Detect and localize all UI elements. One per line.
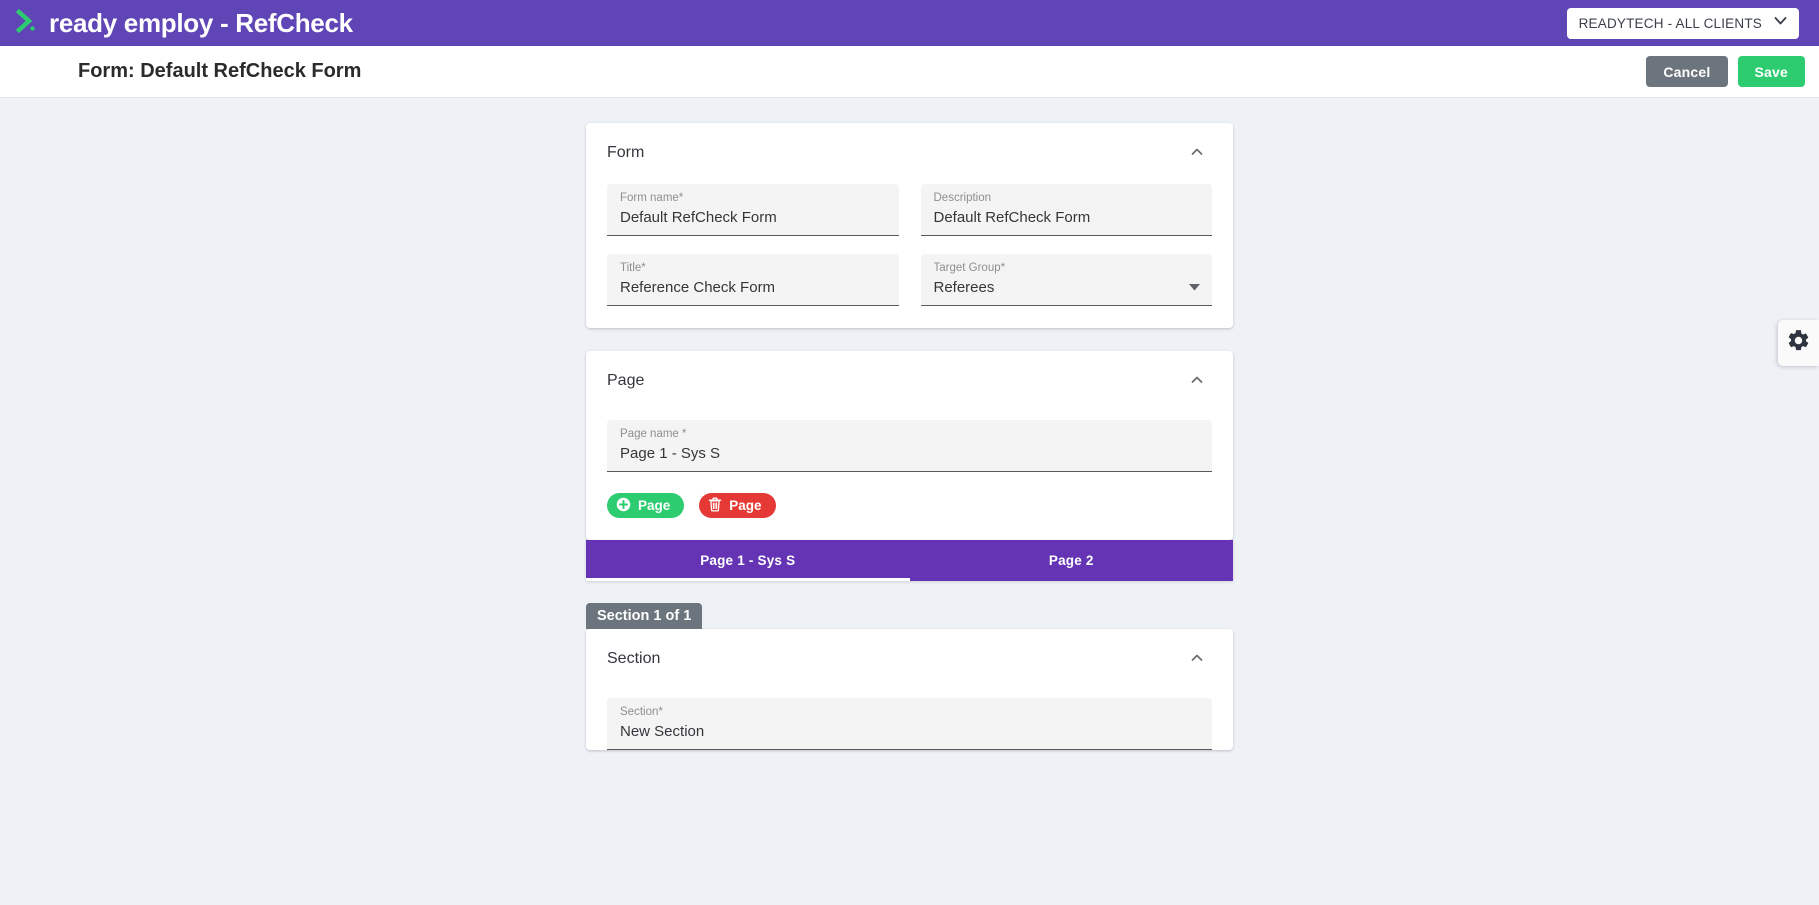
form-builder-content: Form Form name* Default RefCheck Form De… bbox=[586, 98, 1233, 750]
target-group-value: Referees bbox=[933, 279, 995, 296]
trash-icon bbox=[708, 497, 722, 515]
page-tab-2[interactable]: Page 2 bbox=[910, 540, 1234, 581]
delete-page-label: Page bbox=[729, 498, 762, 513]
page-name-row: Page name * Page 1 - Sys S bbox=[607, 420, 1212, 472]
section-card-collapse-button[interactable] bbox=[1184, 646, 1210, 672]
form-name-value: Default RefCheck Form bbox=[620, 209, 777, 226]
section-card-header: Section bbox=[586, 629, 1233, 676]
page-card: Page Page name * Page 1 - Sys S Page Pag… bbox=[586, 351, 1233, 540]
section-container: Section 1 of 1 Section Section* New Sect… bbox=[586, 603, 1233, 750]
page-actions: Page Page bbox=[607, 493, 1212, 518]
form-name-field[interactable]: Form name* Default RefCheck Form bbox=[607, 184, 899, 236]
form-card-header: Form bbox=[586, 123, 1233, 170]
target-group-select[interactable]: Target Group* Referees bbox=[920, 254, 1212, 306]
page-tab-1[interactable]: Page 1 - Sys S bbox=[586, 540, 910, 581]
section-counter-badge: Section 1 of 1 bbox=[586, 603, 703, 629]
chevron-up-icon bbox=[1189, 650, 1205, 669]
section-name-value: New Section bbox=[620, 723, 705, 740]
form-field-row-1: Form name* Default RefCheck Form Descrip… bbox=[607, 184, 1212, 236]
page-name-value: Page 1 - Sys S bbox=[620, 445, 721, 462]
page-header-bar: Form: Default RefCheck Form Cancel Save bbox=[0, 46, 1819, 98]
client-selector-value: READYTECH - ALL CLIENTS bbox=[1578, 15, 1762, 31]
plus-circle-icon bbox=[616, 497, 631, 515]
chevron-up-icon bbox=[1189, 144, 1205, 163]
page-header-actions: Cancel Save bbox=[1646, 56, 1805, 87]
main-content-area: Form Form name* Default RefCheck Form De… bbox=[0, 98, 1819, 905]
title-value: Reference Check Form bbox=[620, 279, 776, 296]
page-title: Form: Default RefCheck Form bbox=[78, 60, 362, 82]
section-card-body: Section* New Section bbox=[586, 676, 1233, 750]
title-field[interactable]: Title* Reference Check Form bbox=[607, 254, 899, 306]
section-card: Section Section* New Section bbox=[586, 629, 1233, 750]
brand-title: ready employ - RefCheck bbox=[49, 8, 353, 38]
page-card-title: Page bbox=[607, 372, 645, 389]
add-page-button[interactable]: Page bbox=[607, 493, 685, 518]
form-card-collapse-button[interactable] bbox=[1184, 140, 1210, 166]
page-card-header: Page bbox=[586, 351, 1233, 398]
settings-panel-toggle[interactable] bbox=[1778, 320, 1819, 366]
chevron-down-icon bbox=[1772, 12, 1789, 34]
section-name-row: Section* New Section bbox=[607, 698, 1212, 750]
page-tab-2-label: Page 2 bbox=[1048, 553, 1094, 568]
section-name-field[interactable]: Section* New Section bbox=[607, 698, 1212, 750]
brand-logo[interactable]: ready employ - RefCheck bbox=[14, 8, 353, 39]
gear-icon bbox=[1786, 328, 1811, 358]
client-selector[interactable]: READYTECH - ALL CLIENTS bbox=[1566, 7, 1799, 39]
page-card-collapse-button[interactable] bbox=[1184, 368, 1210, 394]
page-name-field[interactable]: Page name * Page 1 - Sys S bbox=[607, 420, 1212, 472]
delete-page-button[interactable]: Page bbox=[699, 493, 776, 518]
chevron-up-icon bbox=[1189, 372, 1205, 391]
section-card-title: Section bbox=[607, 650, 661, 667]
page-card-body: Page name * Page 1 - Sys S Page Page bbox=[586, 398, 1233, 540]
page-tab-1-label: Page 1 - Sys S bbox=[700, 553, 796, 568]
add-page-label: Page bbox=[638, 498, 671, 513]
page-name-label: Page name * bbox=[620, 428, 687, 440]
target-group-label: Target Group* bbox=[933, 262, 1006, 274]
cancel-button[interactable]: Cancel bbox=[1646, 56, 1728, 87]
form-field-row-2: Title* Reference Check Form Target Group… bbox=[607, 254, 1212, 306]
form-card-body: Form name* Default RefCheck Form Descrip… bbox=[586, 170, 1233, 328]
form-name-label: Form name* bbox=[620, 192, 684, 204]
chevron-right-logo-icon bbox=[14, 8, 40, 39]
title-label: Title* bbox=[620, 262, 646, 274]
page-tabs: Page 1 - Sys S Page 2 bbox=[586, 540, 1233, 581]
dropdown-arrow-icon bbox=[1189, 278, 1200, 296]
section-name-label: Section* bbox=[620, 706, 663, 718]
description-field[interactable]: Description Default RefCheck Form bbox=[920, 184, 1212, 236]
description-label: Description bbox=[933, 192, 992, 204]
top-app-bar: ready employ - RefCheck READYTECH - ALL … bbox=[0, 0, 1819, 46]
description-value: Default RefCheck Form bbox=[933, 209, 1091, 226]
save-button[interactable]: Save bbox=[1737, 56, 1805, 87]
form-card: Form Form name* Default RefCheck Form De… bbox=[586, 123, 1233, 328]
form-card-title: Form bbox=[607, 144, 645, 161]
